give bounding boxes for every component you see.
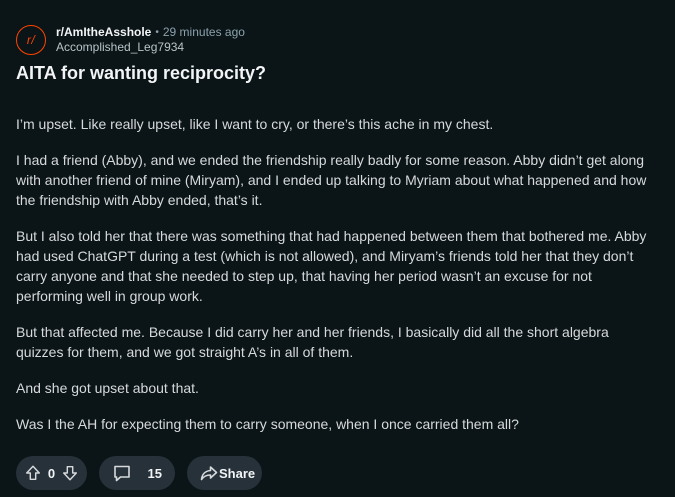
post-header: r/ r/AmItheAsshole • 29 minutes ago Acco…: [16, 24, 245, 56]
meta-separator: •: [155, 27, 159, 38]
author-link[interactable]: Accomplished_Leg7934: [56, 40, 245, 55]
post-card: r/ r/AmItheAsshole • 29 minutes ago Acco…: [0, 0, 675, 497]
post-paragraph: Was I the AH for expecting them to carry…: [16, 416, 519, 432]
share-label: Share: [219, 465, 256, 481]
subreddit-link[interactable]: r/AmItheAsshole: [56, 25, 151, 40]
post-paragraph: But I also told her that there was somet…: [16, 228, 647, 304]
post-paragraph: And she got upset about that.: [16, 380, 199, 396]
post-meta-top: r/AmItheAsshole • 29 minutes ago: [56, 25, 245, 40]
post-meta: r/AmItheAsshole • 29 minutes ago Accompl…: [56, 25, 245, 55]
comment-icon: [112, 463, 132, 483]
post-paragraph: I had a friend (Abby), and we ended the …: [16, 152, 647, 208]
post-timestamp: 29 minutes ago: [162, 25, 245, 39]
post-body: I’m upset. Like really upset, like I wan…: [16, 114, 658, 450]
upvote-icon[interactable]: [24, 464, 42, 482]
subreddit-avatar[interactable]: r/: [16, 25, 46, 55]
downvote-icon[interactable]: [61, 464, 79, 482]
vote-control: 0: [16, 456, 87, 490]
comments-button[interactable]: 15: [99, 456, 175, 490]
subreddit-avatar-text: r/: [26, 33, 36, 47]
post-title[interactable]: AITA for wanting reciprocity?: [16, 62, 656, 84]
share-icon: [199, 463, 219, 483]
vote-count: 0: [47, 465, 56, 481]
post-paragraph: I’m upset. Like really upset, like I wan…: [16, 116, 494, 132]
share-button[interactable]: Share: [187, 456, 262, 490]
post-actions: 0 15 Share: [16, 456, 274, 490]
post-paragraph: But that affected me. Because I did carr…: [16, 324, 609, 360]
comment-count: 15: [147, 465, 162, 481]
